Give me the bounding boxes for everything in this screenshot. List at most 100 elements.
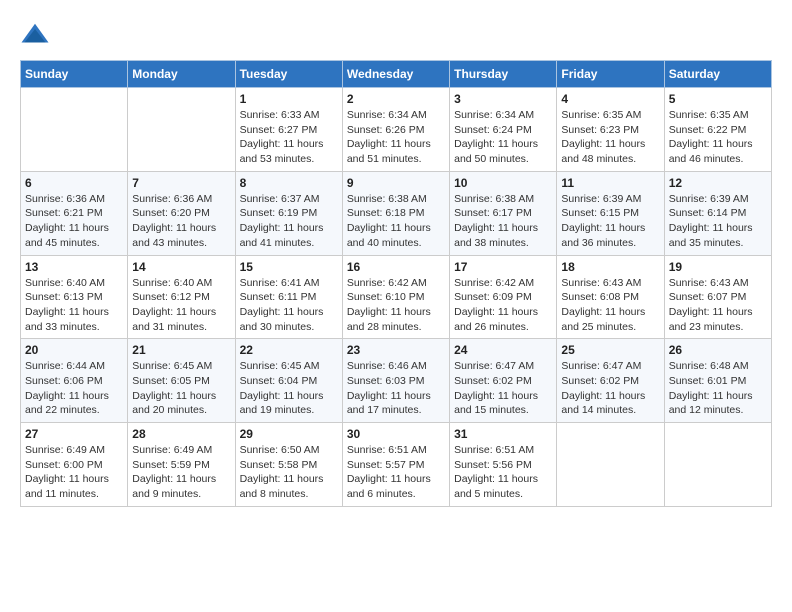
- calendar-cell: 11 Sunrise: 6:39 AMSunset: 6:15 PMDaylig…: [557, 171, 664, 255]
- calendar-cell: 4 Sunrise: 6:35 AMSunset: 6:23 PMDayligh…: [557, 88, 664, 172]
- day-number: 30: [347, 427, 445, 441]
- day-number: 9: [347, 176, 445, 190]
- calendar-cell: [557, 423, 664, 507]
- calendar-cell: 15 Sunrise: 6:41 AMSunset: 6:11 PMDaylig…: [235, 255, 342, 339]
- day-info: Sunrise: 6:42 AMSunset: 6:09 PMDaylight:…: [454, 276, 552, 335]
- calendar-cell: 1 Sunrise: 6:33 AMSunset: 6:27 PMDayligh…: [235, 88, 342, 172]
- day-info: Sunrise: 6:39 AMSunset: 6:14 PMDaylight:…: [669, 192, 767, 251]
- weekday-header-thursday: Thursday: [450, 61, 557, 88]
- day-info: Sunrise: 6:49 AMSunset: 6:00 PMDaylight:…: [25, 443, 123, 502]
- day-number: 25: [561, 343, 659, 357]
- calendar-cell: 8 Sunrise: 6:37 AMSunset: 6:19 PMDayligh…: [235, 171, 342, 255]
- calendar-cell: 17 Sunrise: 6:42 AMSunset: 6:09 PMDaylig…: [450, 255, 557, 339]
- logo: [20, 20, 54, 50]
- calendar-cell: 14 Sunrise: 6:40 AMSunset: 6:12 PMDaylig…: [128, 255, 235, 339]
- weekday-header-wednesday: Wednesday: [342, 61, 449, 88]
- calendar-cell: [664, 423, 771, 507]
- day-number: 12: [669, 176, 767, 190]
- day-number: 27: [25, 427, 123, 441]
- day-info: Sunrise: 6:50 AMSunset: 5:58 PMDaylight:…: [240, 443, 338, 502]
- day-info: Sunrise: 6:33 AMSunset: 6:27 PMDaylight:…: [240, 108, 338, 167]
- calendar-cell: 3 Sunrise: 6:34 AMSunset: 6:24 PMDayligh…: [450, 88, 557, 172]
- calendar-cell: 5 Sunrise: 6:35 AMSunset: 6:22 PMDayligh…: [664, 88, 771, 172]
- day-number: 2: [347, 92, 445, 106]
- day-info: Sunrise: 6:48 AMSunset: 6:01 PMDaylight:…: [669, 359, 767, 418]
- day-info: Sunrise: 6:36 AMSunset: 6:20 PMDaylight:…: [132, 192, 230, 251]
- day-info: Sunrise: 6:35 AMSunset: 6:22 PMDaylight:…: [669, 108, 767, 167]
- day-number: 15: [240, 260, 338, 274]
- day-number: 22: [240, 343, 338, 357]
- day-info: Sunrise: 6:44 AMSunset: 6:06 PMDaylight:…: [25, 359, 123, 418]
- day-info: Sunrise: 6:40 AMSunset: 6:13 PMDaylight:…: [25, 276, 123, 335]
- day-info: Sunrise: 6:43 AMSunset: 6:08 PMDaylight:…: [561, 276, 659, 335]
- day-info: Sunrise: 6:51 AMSunset: 5:56 PMDaylight:…: [454, 443, 552, 502]
- calendar-cell: 12 Sunrise: 6:39 AMSunset: 6:14 PMDaylig…: [664, 171, 771, 255]
- day-number: 21: [132, 343, 230, 357]
- day-number: 8: [240, 176, 338, 190]
- day-info: Sunrise: 6:45 AMSunset: 6:04 PMDaylight:…: [240, 359, 338, 418]
- day-info: Sunrise: 6:41 AMSunset: 6:11 PMDaylight:…: [240, 276, 338, 335]
- logo-icon: [20, 20, 50, 50]
- day-number: 16: [347, 260, 445, 274]
- day-info: Sunrise: 6:46 AMSunset: 6:03 PMDaylight:…: [347, 359, 445, 418]
- day-number: 4: [561, 92, 659, 106]
- calendar-cell: [21, 88, 128, 172]
- calendar-cell: 31 Sunrise: 6:51 AMSunset: 5:56 PMDaylig…: [450, 423, 557, 507]
- weekday-header-tuesday: Tuesday: [235, 61, 342, 88]
- day-number: 31: [454, 427, 552, 441]
- calendar-cell: 18 Sunrise: 6:43 AMSunset: 6:08 PMDaylig…: [557, 255, 664, 339]
- calendar-cell: 25 Sunrise: 6:47 AMSunset: 6:02 PMDaylig…: [557, 339, 664, 423]
- day-info: Sunrise: 6:34 AMSunset: 6:24 PMDaylight:…: [454, 108, 552, 167]
- day-info: Sunrise: 6:38 AMSunset: 6:17 PMDaylight:…: [454, 192, 552, 251]
- calendar-cell: 27 Sunrise: 6:49 AMSunset: 6:00 PMDaylig…: [21, 423, 128, 507]
- weekday-header-sunday: Sunday: [21, 61, 128, 88]
- day-number: 20: [25, 343, 123, 357]
- day-info: Sunrise: 6:34 AMSunset: 6:26 PMDaylight:…: [347, 108, 445, 167]
- calendar-cell: 7 Sunrise: 6:36 AMSunset: 6:20 PMDayligh…: [128, 171, 235, 255]
- day-number: 23: [347, 343, 445, 357]
- day-info: Sunrise: 6:35 AMSunset: 6:23 PMDaylight:…: [561, 108, 659, 167]
- day-number: 14: [132, 260, 230, 274]
- calendar-cell: 26 Sunrise: 6:48 AMSunset: 6:01 PMDaylig…: [664, 339, 771, 423]
- day-number: 1: [240, 92, 338, 106]
- calendar-cell: 30 Sunrise: 6:51 AMSunset: 5:57 PMDaylig…: [342, 423, 449, 507]
- day-number: 13: [25, 260, 123, 274]
- day-number: 6: [25, 176, 123, 190]
- day-info: Sunrise: 6:39 AMSunset: 6:15 PMDaylight:…: [561, 192, 659, 251]
- day-number: 19: [669, 260, 767, 274]
- day-number: 26: [669, 343, 767, 357]
- day-info: Sunrise: 6:49 AMSunset: 5:59 PMDaylight:…: [132, 443, 230, 502]
- day-info: Sunrise: 6:47 AMSunset: 6:02 PMDaylight:…: [454, 359, 552, 418]
- calendar-cell: 9 Sunrise: 6:38 AMSunset: 6:18 PMDayligh…: [342, 171, 449, 255]
- calendar-cell: 20 Sunrise: 6:44 AMSunset: 6:06 PMDaylig…: [21, 339, 128, 423]
- day-info: Sunrise: 6:40 AMSunset: 6:12 PMDaylight:…: [132, 276, 230, 335]
- calendar-cell: 23 Sunrise: 6:46 AMSunset: 6:03 PMDaylig…: [342, 339, 449, 423]
- day-info: Sunrise: 6:42 AMSunset: 6:10 PMDaylight:…: [347, 276, 445, 335]
- day-number: 29: [240, 427, 338, 441]
- calendar-cell: 28 Sunrise: 6:49 AMSunset: 5:59 PMDaylig…: [128, 423, 235, 507]
- day-number: 28: [132, 427, 230, 441]
- day-info: Sunrise: 6:43 AMSunset: 6:07 PMDaylight:…: [669, 276, 767, 335]
- weekday-header-saturday: Saturday: [664, 61, 771, 88]
- day-number: 3: [454, 92, 552, 106]
- calendar-cell: 6 Sunrise: 6:36 AMSunset: 6:21 PMDayligh…: [21, 171, 128, 255]
- weekday-header-friday: Friday: [557, 61, 664, 88]
- day-info: Sunrise: 6:36 AMSunset: 6:21 PMDaylight:…: [25, 192, 123, 251]
- day-info: Sunrise: 6:47 AMSunset: 6:02 PMDaylight:…: [561, 359, 659, 418]
- day-info: Sunrise: 6:51 AMSunset: 5:57 PMDaylight:…: [347, 443, 445, 502]
- day-info: Sunrise: 6:45 AMSunset: 6:05 PMDaylight:…: [132, 359, 230, 418]
- day-number: 11: [561, 176, 659, 190]
- calendar-cell: 22 Sunrise: 6:45 AMSunset: 6:04 PMDaylig…: [235, 339, 342, 423]
- day-info: Sunrise: 6:37 AMSunset: 6:19 PMDaylight:…: [240, 192, 338, 251]
- weekday-header-monday: Monday: [128, 61, 235, 88]
- calendar-cell: 16 Sunrise: 6:42 AMSunset: 6:10 PMDaylig…: [342, 255, 449, 339]
- day-number: 7: [132, 176, 230, 190]
- calendar-cell: 21 Sunrise: 6:45 AMSunset: 6:05 PMDaylig…: [128, 339, 235, 423]
- day-info: Sunrise: 6:38 AMSunset: 6:18 PMDaylight:…: [347, 192, 445, 251]
- calendar-cell: 19 Sunrise: 6:43 AMSunset: 6:07 PMDaylig…: [664, 255, 771, 339]
- calendar-cell: [128, 88, 235, 172]
- calendar-table: SundayMondayTuesdayWednesdayThursdayFrid…: [20, 60, 772, 507]
- day-number: 18: [561, 260, 659, 274]
- calendar-cell: 13 Sunrise: 6:40 AMSunset: 6:13 PMDaylig…: [21, 255, 128, 339]
- calendar-cell: 24 Sunrise: 6:47 AMSunset: 6:02 PMDaylig…: [450, 339, 557, 423]
